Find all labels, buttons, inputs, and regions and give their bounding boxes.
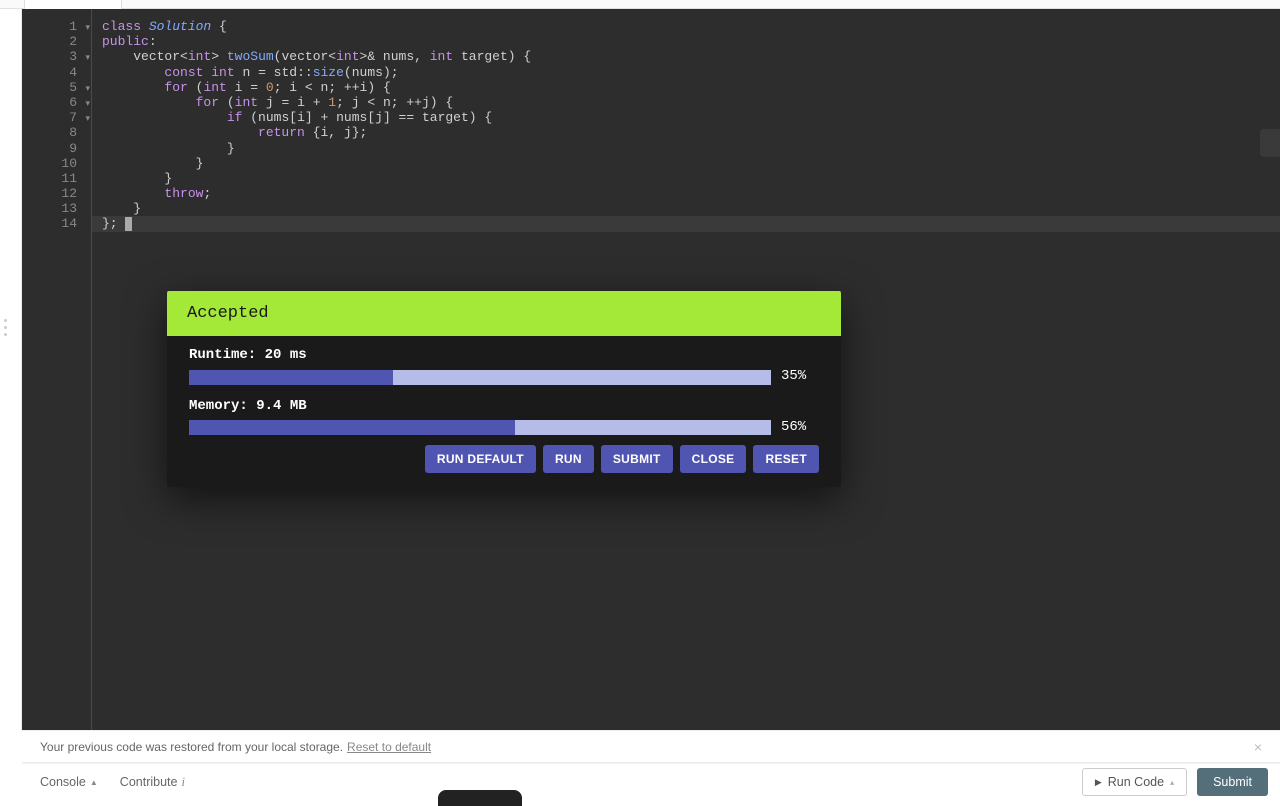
submit-result-button[interactable]: SUBMIT xyxy=(601,445,673,473)
code-line[interactable]: vector<int> twoSum(vector<int>& nums, in… xyxy=(102,49,1280,64)
line-number: 9 xyxy=(22,141,91,156)
memory-row: 56% xyxy=(189,420,819,435)
bottom-right-buttons: ▶ Run Code ▴ Submit xyxy=(1082,768,1268,796)
top-strip xyxy=(0,0,1280,9)
line-gutter: 1▾23▾45▾6▾7▾891011121314 xyxy=(22,9,92,730)
line-number: 7▾ xyxy=(22,110,91,125)
memory-label: Memory: 9.4 MB xyxy=(189,399,819,414)
close-button[interactable]: CLOSE xyxy=(680,445,747,473)
result-buttons: RUN DEFAULT RUN SUBMIT CLOSE RESET xyxy=(189,443,819,473)
resize-handle-icon[interactable] xyxy=(4,319,7,336)
code-line[interactable]: if (nums[i] + nums[j] == target) { xyxy=(102,110,1280,125)
line-number: 6▾ xyxy=(22,95,91,110)
run-default-button[interactable]: RUN DEFAULT xyxy=(425,445,536,473)
info-icon: i xyxy=(181,775,184,790)
memory-bar xyxy=(189,420,771,435)
line-number: 10 xyxy=(22,156,91,171)
copy-icon[interactable] xyxy=(1260,129,1280,157)
runtime-bar xyxy=(189,370,771,385)
line-number: 12 xyxy=(22,186,91,201)
text-cursor xyxy=(125,217,132,231)
bottom-toolbar: Console ▲ Contribute i ▶ Run Code ▴ Subm… xyxy=(22,763,1280,800)
contribute-label: Contribute xyxy=(120,775,178,789)
line-number: 13 xyxy=(22,201,91,216)
memory-percent: 56% xyxy=(781,420,819,435)
code-line[interactable]: const int n = std::size(nums); xyxy=(102,65,1280,80)
chevron-up-icon: ▲ xyxy=(90,778,98,787)
line-number: 1▾ xyxy=(22,19,91,34)
chevron-up-icon: ▴ xyxy=(1170,778,1174,787)
runtime-percent: 35% xyxy=(781,369,819,384)
console-toggle[interactable]: Console ▲ xyxy=(40,775,98,789)
runtime-row: 35% xyxy=(189,369,819,384)
runtime-bar-fill xyxy=(189,370,393,385)
editor-main: 1▾23▾45▾6▾7▾891011121314 class Solution … xyxy=(0,9,1280,730)
left-rail xyxy=(0,9,22,730)
bottom-pill xyxy=(438,790,522,806)
line-number: 14 xyxy=(22,216,91,231)
code-line[interactable]: class Solution { xyxy=(102,19,1280,34)
submit-button[interactable]: Submit xyxy=(1197,768,1268,796)
line-number: 11 xyxy=(22,171,91,186)
close-icon[interactable]: × xyxy=(1254,739,1262,755)
line-number: 4 xyxy=(22,65,91,80)
console-label: Console xyxy=(40,775,86,789)
restore-bar: Your previous code was restored from you… xyxy=(22,730,1280,763)
code-area[interactable]: class Solution {public: vector<int> twoS… xyxy=(92,9,1280,232)
code-line[interactable]: } xyxy=(102,171,1280,186)
play-icon: ▶ xyxy=(1095,777,1102,788)
code-line[interactable]: throw; xyxy=(102,186,1280,201)
code-editor[interactable]: 1▾23▾45▾6▾7▾891011121314 class Solution … xyxy=(22,9,1280,730)
code-line[interactable]: } xyxy=(102,201,1280,216)
line-number: 2 xyxy=(22,34,91,49)
reset-button[interactable]: RESET xyxy=(753,445,819,473)
line-number: 3▾ xyxy=(22,49,91,64)
restore-message: Your previous code was restored from you… xyxy=(40,740,343,754)
code-line[interactable]: public: xyxy=(102,34,1280,49)
code-line[interactable]: for (int j = i + 1; j < n; ++j) { xyxy=(102,95,1280,110)
run-code-label: Run Code xyxy=(1108,775,1164,789)
code-line[interactable]: } xyxy=(102,141,1280,156)
run-button[interactable]: RUN xyxy=(543,445,594,473)
tab-fragment xyxy=(24,0,122,9)
run-code-button[interactable]: ▶ Run Code ▴ xyxy=(1082,768,1187,796)
code-line[interactable]: return {i, j}; xyxy=(102,125,1280,140)
result-card: Accepted Runtime: 20 ms 35% Memory: 9.4 … xyxy=(167,291,841,487)
code-line[interactable]: }; xyxy=(92,216,1280,231)
memory-bar-fill xyxy=(189,420,515,435)
line-number: 8 xyxy=(22,125,91,140)
code-line[interactable]: } xyxy=(102,156,1280,171)
code-line[interactable]: for (int i = 0; i < n; ++i) { xyxy=(102,80,1280,95)
reset-default-link[interactable]: Reset to default xyxy=(347,740,431,754)
result-body: Runtime: 20 ms 35% Memory: 9.4 MB 56% RU… xyxy=(167,336,841,487)
result-status: Accepted xyxy=(167,291,841,336)
contribute-link[interactable]: Contribute i xyxy=(120,775,185,790)
line-number: 5▾ xyxy=(22,80,91,95)
runtime-label: Runtime: 20 ms xyxy=(189,348,819,363)
